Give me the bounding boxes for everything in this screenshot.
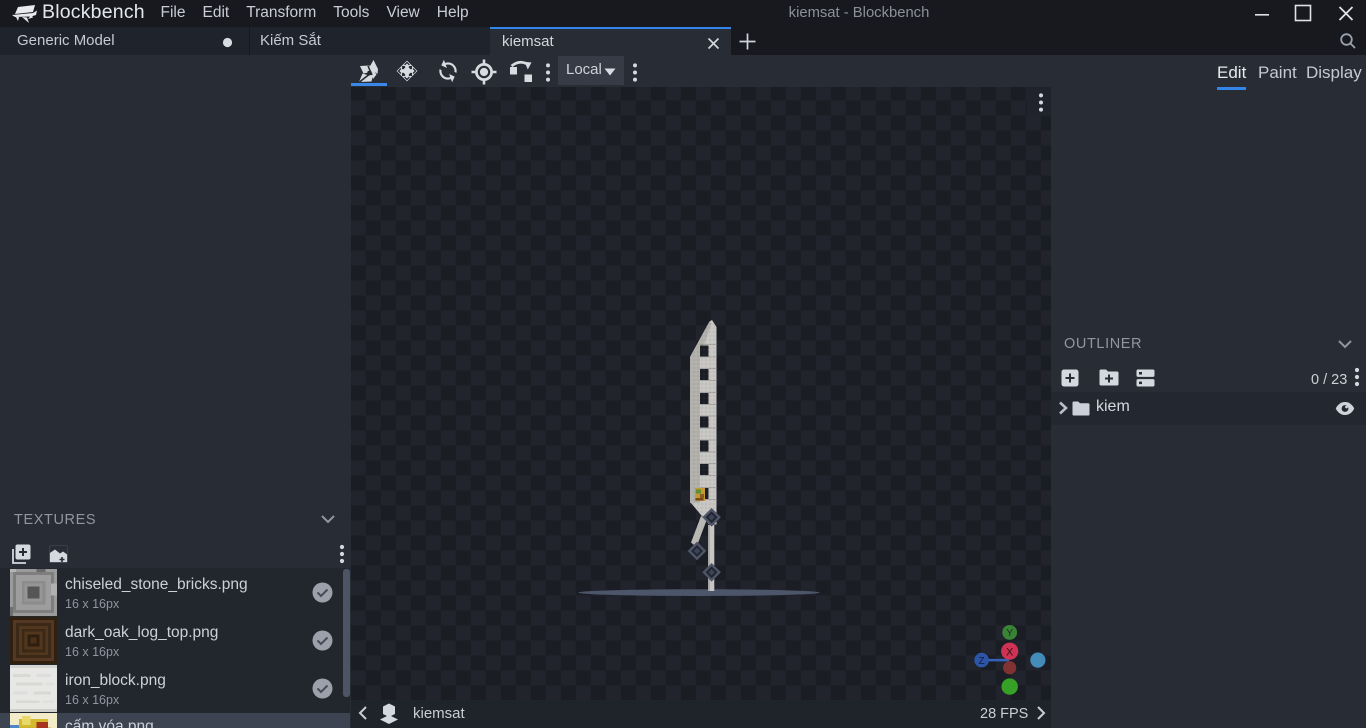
svg-text:X: X (1006, 647, 1014, 659)
svg-text:Z: Z (979, 656, 985, 667)
svg-text:Y: Y (1006, 628, 1013, 639)
